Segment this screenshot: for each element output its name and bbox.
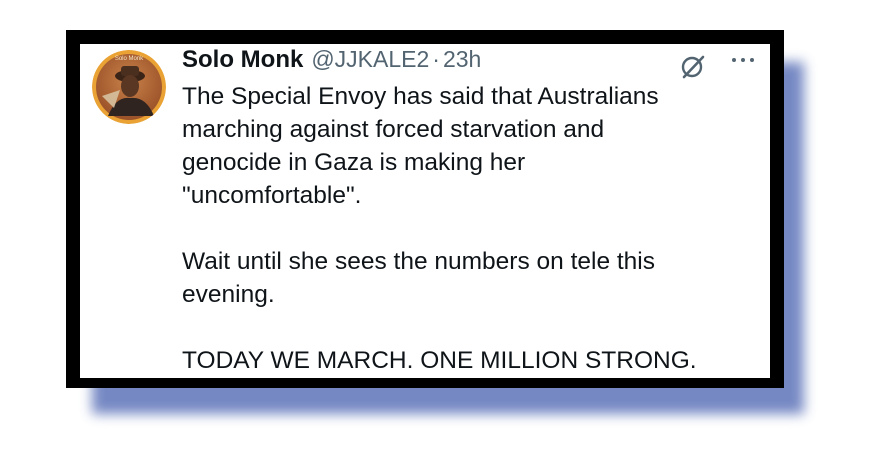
tweet-body: The Special Envoy has said that Australi…	[182, 80, 762, 377]
author-handle[interactable]: @JJKALE2	[311, 46, 429, 73]
header-separator: ·	[432, 46, 440, 72]
tweet-card[interactable]: Solo Monk Solo Monk @JJKALE2 · 23h The S…	[80, 44, 770, 378]
tweet-line: evening.	[182, 281, 275, 308]
avatar[interactable]: Solo Monk	[92, 50, 166, 124]
tweet-line: marching against forced starvation and	[182, 116, 605, 143]
screenshot-stage: Solo Monk Solo Monk @JJKALE2 · 23h The S…	[0, 0, 879, 466]
tweet-line: TODAY WE MARCH. ONE MILLION STRONG.	[182, 347, 697, 374]
tweet-header: Solo Monk @JJKALE2 · 23h	[182, 46, 481, 74]
author-name[interactable]: Solo Monk	[182, 46, 303, 74]
tweet-line: The Special Envoy has said that Australi…	[182, 83, 659, 110]
more-dots-icon[interactable]	[728, 50, 758, 70]
tweet-line: genocide in Gaza is making her	[182, 149, 526, 176]
tweet-line: Wait until she sees the numbers on tele …	[182, 248, 656, 275]
tweet-timestamp[interactable]: 23h	[443, 46, 481, 73]
grok-slash-icon[interactable]	[678, 52, 708, 82]
avatar-text: Solo Monk	[115, 56, 144, 62]
tweet-line: "uncomfortable".	[182, 182, 362, 209]
